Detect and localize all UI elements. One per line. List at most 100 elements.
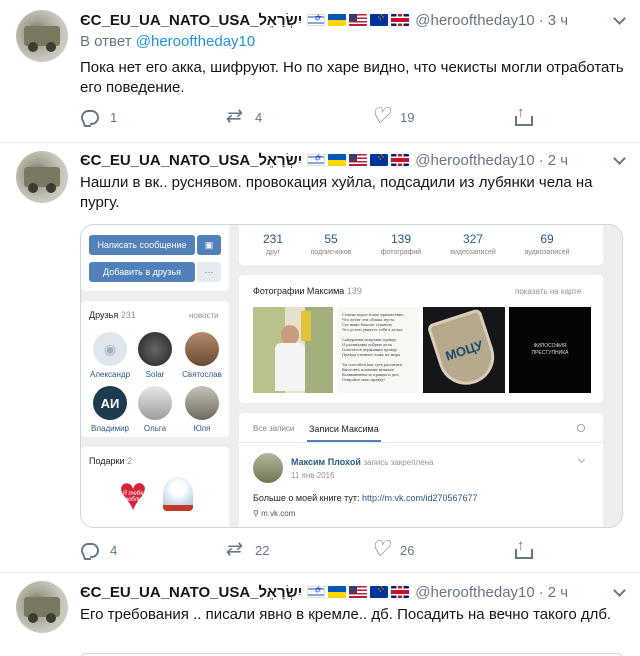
vk-stat-label: фотографий	[380, 249, 422, 256]
chevron-down-icon[interactable]	[612, 13, 626, 27]
timestamp[interactable]: 3 ч	[548, 12, 568, 29]
vk-poem-text: Солнце ворот в мое пришествие, Что летят …	[342, 313, 414, 383]
tweet-1[interactable]: ЄС_EU_UA_NATO_USA_יִשְׂרָאֵל @heroofthed…	[0, 0, 640, 143]
vk-friend-name: Ольга	[143, 424, 167, 433]
reply-to-link[interactable]: @herooftheday10	[136, 33, 255, 50]
vk-friend-avatar	[138, 332, 172, 366]
vk-tab-max: Записи Максима	[309, 424, 379, 434]
display-name[interactable]: ЄС_EU_UA_NATO_USA_יִשְׂרָאֵל	[80, 12, 302, 29]
uk-flag-icon	[391, 586, 410, 598]
vk-friend-avatar: ◉	[93, 332, 127, 366]
timestamp[interactable]: 2 ч	[548, 584, 568, 601]
vk-post-date: 11 янв 2016	[291, 471, 335, 480]
vk-stat-num: 139	[390, 232, 412, 246]
vk-friends-news: новости	[189, 311, 219, 320]
like-count: 26	[400, 542, 415, 558]
heart-icon	[370, 536, 390, 562]
chevron-down-icon[interactable]	[612, 153, 626, 167]
vk-gift-text: Я тебя люблю	[122, 491, 144, 503]
vk-friend-avatar	[185, 386, 219, 420]
retweet-button[interactable]: 4	[225, 105, 263, 128]
reply-button[interactable]: 4	[80, 541, 117, 559]
vk-logo-text: МОЦУ	[443, 336, 485, 364]
tweet-header: ЄС_EU_UA_NATO_USA_יִשְׂרָאֵל @heroofthed…	[80, 150, 568, 170]
chevron-down-icon[interactable]	[612, 585, 626, 599]
separator-dot: ·	[538, 583, 544, 601]
snow-globe-icon	[163, 477, 193, 511]
vk-stat-num: 327	[462, 232, 484, 246]
vk-gifts-card: Подарки 2 ♥ Я тебя люблю	[81, 447, 229, 527]
vk-wall-card: Все записи Записи Максима Максим Плохой …	[239, 413, 603, 527]
retweet-count: 22	[255, 542, 270, 558]
vk-friend-name: Владимир	[90, 424, 129, 433]
vk-photos-card: Фотографии Максима 139 показать на карте…	[239, 275, 603, 403]
eu-flag-icon	[370, 151, 389, 166]
vk-friends-title: Друзья 231	[89, 310, 136, 320]
share-button[interactable]	[513, 537, 533, 559]
tweet-header: ЄС_EU_UA_NATO_USA_יִשְׂרָאֵל @heroofthed…	[80, 582, 568, 602]
vk-post-text: Больше о моей книге тут: http://m.vk.com…	[253, 493, 478, 503]
vk-tab-all: Все записи	[253, 424, 295, 433]
display-name[interactable]: ЄС_EU_UA_NATO_USA_יִשְׂרָאֵל	[80, 152, 302, 169]
vk-post-avatar	[253, 453, 283, 483]
ukraine-flag-icon	[328, 154, 347, 166]
vk-stat-label: подписчиков	[310, 249, 352, 256]
vk-gift-icon: ▣	[197, 235, 221, 255]
avatar[interactable]	[16, 10, 68, 62]
flag-icons	[307, 583, 410, 598]
vk-actions-card: Написать сообщение ▣ Добавить в друзья ·…	[81, 225, 229, 291]
vk-add-friend-button: Добавить в друзья	[89, 262, 195, 282]
like-count: 19	[400, 109, 415, 125]
avatar[interactable]	[16, 151, 68, 203]
reply-count: 4	[110, 542, 118, 558]
vk-photo-poem: Солнце ворот в мое пришествие, Что летят …	[337, 307, 419, 393]
tweet-actions: 4 22 26	[80, 536, 540, 563]
vk-friends-card: Друзья 231 новости ◉ Александр Solar Свя…	[81, 301, 229, 437]
heart-icon	[370, 103, 390, 129]
eu-flag-icon	[370, 11, 389, 26]
reply-icon	[80, 108, 99, 126]
user-handle[interactable]: @herooftheday10	[415, 152, 534, 169]
vk-friend-name: Святослав	[182, 370, 222, 379]
vk-message-button: Написать сообщение	[89, 235, 195, 255]
share-button[interactable]	[513, 104, 533, 126]
usa-flag-icon	[349, 14, 368, 26]
vk-poem-line: Что устою увидеть тебя в делах.	[342, 328, 404, 332]
retweet-count: 4	[255, 109, 263, 125]
tweet-image-vk-screenshot[interactable]: Написать сообщение ▣ Добавить в друзья ·…	[80, 224, 623, 528]
vk-post-source: ⚲ m.vk.com	[253, 509, 296, 518]
vk-poem-line: Откройте мою правду!	[342, 378, 386, 382]
retweet-button[interactable]: 22	[225, 538, 270, 561]
retweet-icon	[225, 538, 243, 561]
israel-flag-icon	[307, 13, 326, 26]
tweet-text: Нашли в вк.. руснявом. провокация хуйла,…	[80, 174, 593, 211]
shield-icon: МОЦУ	[426, 308, 502, 392]
avatar[interactable]	[16, 581, 68, 633]
display-name[interactable]: ЄС_EU_UA_NATO_USA_יִשְׂרָאֵל	[80, 584, 302, 601]
user-handle[interactable]: @herooftheday10	[415, 12, 534, 29]
share-icon	[513, 537, 533, 559]
vk-friend-avatar	[185, 332, 219, 366]
tweet-header: ЄС_EU_UA_NATO_USA_יִשְׂרָאֵל @heroofthed…	[80, 10, 568, 30]
reply-button[interactable]: 1	[80, 108, 117, 126]
vk-gifts-title: Подарки 2	[89, 456, 133, 466]
vk-book-title: ФИЛОСОФИЯ ПРЕСТУПНИКА	[531, 343, 569, 356]
ukraine-flag-icon	[328, 586, 347, 598]
vk-friend-avatar	[138, 386, 172, 420]
tweet-3[interactable]: ЄС_EU_UA_NATO_USA_יִשְׂרָאֵל @heroofthed…	[0, 573, 640, 656]
vk-more-label: ···	[204, 267, 214, 277]
eu-flag-icon	[370, 583, 389, 598]
flag-icons	[307, 11, 410, 26]
vk-stat-num: 55	[324, 232, 338, 246]
like-button[interactable]: 26	[370, 536, 415, 562]
ukraine-flag-icon	[328, 14, 347, 26]
timestamp[interactable]: 2 ч	[548, 152, 568, 169]
reply-icon	[80, 541, 99, 559]
vk-photos-title: Фотографии Максима 139	[253, 286, 362, 296]
like-button[interactable]: 19	[370, 103, 415, 129]
vk-stat-label: аудиозаписей	[524, 249, 570, 256]
tweet-actions: 1 4 19	[80, 103, 540, 130]
vk-divider	[239, 442, 603, 443]
reply-context: В ответ @herooftheday10	[80, 33, 255, 50]
user-handle[interactable]: @herooftheday10	[415, 584, 534, 601]
